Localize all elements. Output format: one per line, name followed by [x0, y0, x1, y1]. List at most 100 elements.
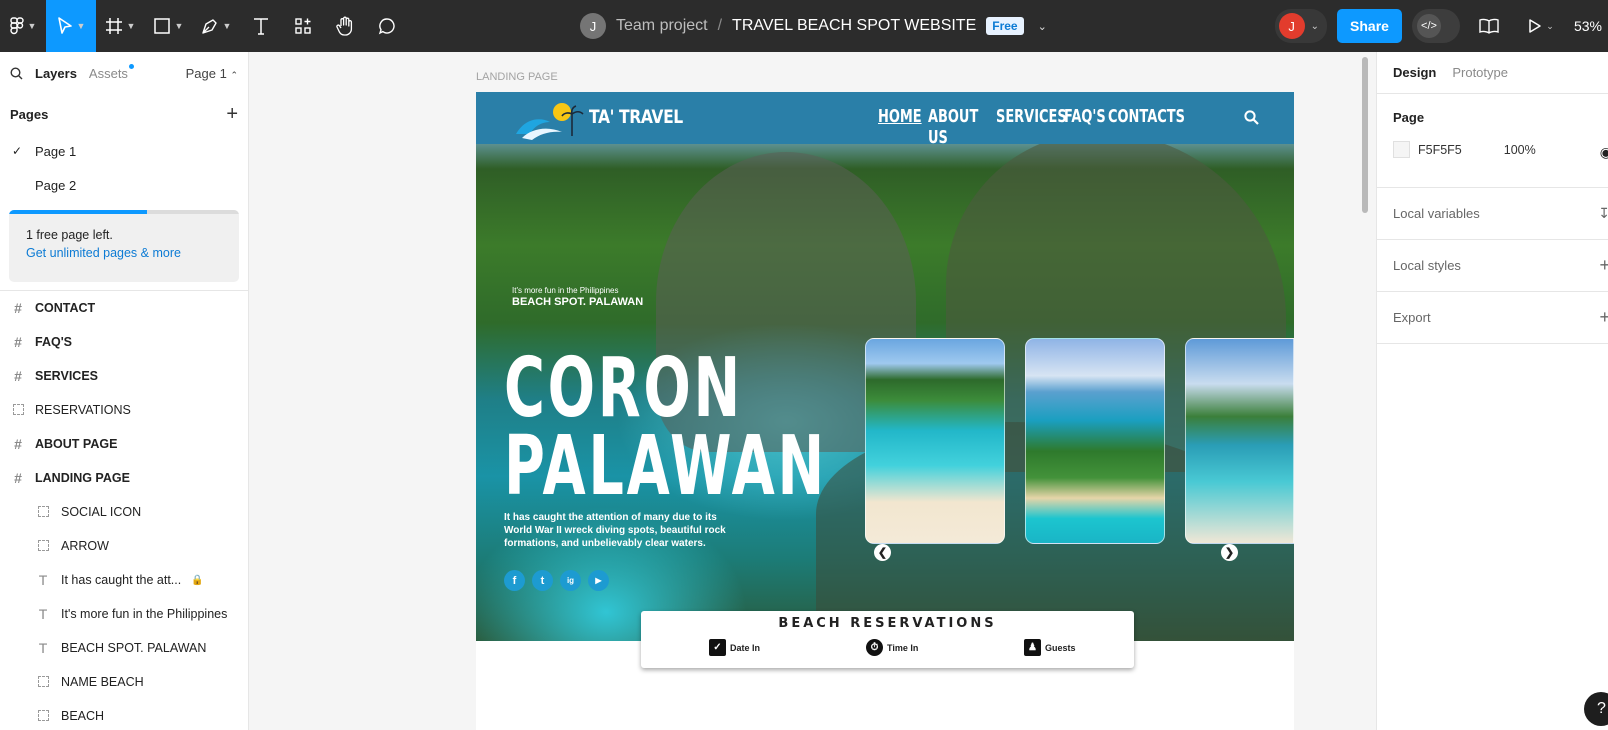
right-panel-tabs: Design Prototype [1377, 52, 1608, 94]
add-export-icon[interactable]: + [1599, 307, 1608, 328]
page-item-2[interactable]: Page 2 [0, 168, 248, 202]
variables-icon[interactable]: ↧ [1598, 205, 1608, 222]
site-nav-about[interactable]: ABOUT US [928, 106, 978, 148]
text-layer-icon: T [38, 572, 48, 588]
twitter-icon[interactable]: t [532, 570, 553, 591]
site-search-icon[interactable] [1244, 110, 1259, 125]
carousel-next-icon[interactable]: ❯ [1221, 544, 1238, 561]
page-selector[interactable]: Page 1 ⌃ [186, 66, 238, 81]
toolbar: ▼ ▼ ▼ ▼ ▼ J Team project / TRAVEL BEACH … [0, 0, 1608, 52]
toolbar-right: J ⌄ Share </> ⌄ 53% [1274, 0, 1608, 52]
add-page-icon[interactable]: + [226, 103, 238, 126]
site-nav-contacts[interactable]: CONTACTS [1108, 106, 1185, 148]
canvas-scrollbar[interactable] [1362, 57, 1368, 213]
pen-tool-button[interactable]: ▼ [192, 0, 240, 52]
layer-text-more-fun[interactable]: T It's more fun in the Philippines [0, 597, 248, 631]
beach-card[interactable] [1025, 338, 1165, 544]
layer-label: FAQ'S [35, 335, 73, 349]
layer-label: CONTACT [35, 301, 96, 315]
tab-layers[interactable]: Layers [35, 66, 77, 81]
page-fill-row[interactable]: F5F5F5 100% [1393, 141, 1592, 158]
youtube-icon[interactable]: ▶ [588, 570, 609, 591]
fill-swatch[interactable] [1393, 141, 1410, 158]
fill-hex[interactable]: F5F5F5 [1418, 143, 1462, 157]
site-nav-faqs[interactable]: FAQ'S [1064, 106, 1106, 148]
layer-services[interactable]: # SERVICES [0, 359, 248, 393]
team-name[interactable]: Team project [616, 17, 708, 35]
guests-icon: ♟ [1024, 639, 1041, 656]
upgrade-link[interactable]: Get unlimited pages & more [9, 242, 239, 260]
landing-page-frame[interactable]: TA' TRAVEL HOME ABOUT US SERVICES FAQ'S … [476, 92, 1294, 730]
export-section[interactable]: Export + [1377, 292, 1608, 344]
team-avatar[interactable]: J [580, 13, 606, 39]
reservation-guests[interactable]: ♟ Guests [1024, 639, 1076, 656]
lock-icon[interactable]: 🔒 [191, 575, 203, 586]
present-icon [1529, 19, 1541, 33]
tab-assets[interactable]: Assets [88, 63, 134, 81]
layer-landing-page[interactable]: # LANDING PAGE [0, 461, 248, 495]
local-variables-section[interactable]: Local variables ↧ [1377, 188, 1608, 240]
text-tool-button[interactable] [240, 0, 282, 52]
layer-social-icon[interactable]: SOCIAL ICON [0, 495, 248, 529]
canvas[interactable]: LANDING PAGE TA' TRAVEL HOME ABOUT US SE… [249, 52, 1377, 730]
multiplayer-menu[interactable]: J ⌄ [1274, 9, 1328, 43]
beach-card[interactable] [1185, 338, 1294, 544]
layer-text-beach-spot[interactable]: T BEACH SPOT. PALAWAN [0, 631, 248, 665]
help-button[interactable]: ? [1584, 692, 1608, 726]
pages-header: Pages + [0, 94, 248, 134]
move-tool-button[interactable]: ▼ [46, 0, 96, 52]
tab-design[interactable]: Design [1393, 65, 1436, 80]
page-item-1[interactable]: ✓ Page 1 [0, 134, 248, 168]
carousel-prev-icon[interactable]: ❮ [874, 544, 891, 561]
search-icon[interactable] [10, 66, 23, 80]
page-quota-banner: 1 free page left. Get unlimited pages & … [9, 210, 239, 282]
frame-icon: # [14, 334, 22, 350]
layer-label: SERVICES [35, 369, 98, 383]
add-style-icon[interactable]: + [1599, 255, 1608, 276]
tab-assets-label: Assets [88, 65, 128, 81]
facebook-icon[interactable]: f [504, 570, 525, 591]
main-menu-button[interactable]: ▼ [0, 0, 46, 52]
layer-arrow[interactable]: ARROW [0, 529, 248, 563]
chevron-down-icon: ▼ [76, 21, 86, 31]
library-button[interactable] [1470, 0, 1508, 52]
resources-icon [295, 18, 311, 34]
layer-text-caught[interactable]: T It has caught the att... 🔒 [0, 563, 248, 597]
site-nav-services[interactable]: SERVICES [996, 106, 1067, 148]
layer-faqs[interactable]: # FAQ'S [0, 325, 248, 359]
reservation-date-in[interactable]: ✓ Date In [709, 639, 760, 656]
assets-notification-dot [128, 63, 134, 69]
dev-mode-icon: </> [1416, 14, 1441, 38]
frame-label[interactable]: LANDING PAGE [476, 71, 558, 83]
comment-tool-button[interactable] [366, 0, 408, 52]
page-selector-label: Page 1 [185, 65, 227, 81]
zoom-level[interactable]: 53% [1574, 18, 1602, 34]
site-nav-home[interactable]: HOME [878, 106, 922, 148]
file-menu-chevron-icon[interactable]: ⌄ [1038, 20, 1047, 33]
check-icon: ✓ [12, 144, 23, 158]
layer-about-page[interactable]: # ABOUT PAGE [0, 427, 248, 461]
layer-contact[interactable]: # CONTACT [0, 291, 248, 325]
tab-prototype[interactable]: Prototype [1452, 65, 1508, 80]
dev-mode-toggle[interactable]: </> [1411, 9, 1460, 43]
file-name[interactable]: TRAVEL BEACH SPOT WEBSITE [732, 17, 976, 35]
beach-card[interactable] [865, 338, 1005, 544]
layer-reservations[interactable]: RESERVATIONS [0, 393, 248, 427]
hero-tagline: It's more fun in the Philippines [512, 286, 619, 295]
share-button[interactable]: Share [1337, 9, 1402, 43]
layer-beach[interactable]: BEACH [0, 699, 248, 730]
reservation-time-in[interactable]: ⏱ Time In [866, 639, 918, 656]
local-styles-section[interactable]: Local styles + [1377, 240, 1608, 292]
present-button[interactable]: ⌄ [1518, 0, 1564, 52]
instagram-icon[interactable]: ig [560, 570, 581, 591]
layer-name-beach[interactable]: NAME BEACH [0, 665, 248, 699]
fill-opacity[interactable]: 100% [1504, 143, 1536, 157]
shape-tool-button[interactable]: ▼ [144, 0, 192, 52]
page-section: Page F5F5F5 100% ◉ [1377, 94, 1608, 188]
frame-tool-button[interactable]: ▼ [96, 0, 144, 52]
hand-tool-button[interactable] [324, 0, 366, 52]
breadcrumb-separator: / [717, 17, 723, 34]
eye-icon[interactable]: ◉ [1600, 144, 1608, 161]
resources-button[interactable] [282, 0, 324, 52]
frame-icon: # [14, 470, 22, 486]
